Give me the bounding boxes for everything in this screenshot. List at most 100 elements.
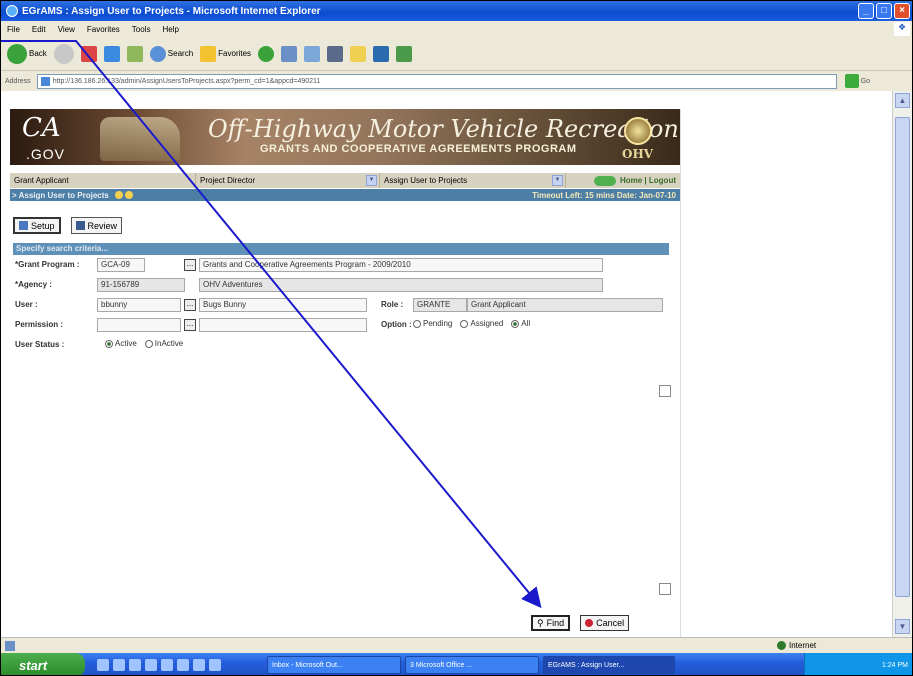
lookup-button[interactable]: ... (184, 259, 196, 271)
word-quicklaunch-icon[interactable] (129, 659, 141, 671)
search-form: *Grant Program : GCA-09 ... Grants and C… (13, 256, 669, 356)
ohv-seal-icon (624, 117, 652, 145)
mail-icon[interactable] (281, 45, 298, 62)
ie-icon (6, 5, 18, 17)
help-icon[interactable] (124, 191, 133, 199)
taskbar: start Inbox - Microsoft Out... 3 Microso… (1, 653, 912, 675)
task-outlook[interactable]: Inbox - Microsoft Out... (267, 656, 401, 674)
status-active-label: Active (115, 339, 137, 348)
home-logout-link[interactable]: Home | Logout (620, 176, 676, 185)
menu-tools[interactable]: Tools (132, 25, 151, 34)
tab-review[interactable]: Review (70, 217, 123, 234)
minimize-button[interactable]: _ (858, 3, 874, 19)
close-button[interactable]: × (894, 3, 910, 19)
menu-select[interactable]: Project Director ▼ (196, 173, 380, 188)
zone-label: Internet (789, 641, 817, 650)
grant-program-code[interactable]: GCA-09 (97, 258, 145, 272)
logo-gov: .GOV (26, 146, 66, 162)
maximize-button[interactable]: □ (876, 3, 892, 19)
go-arrow-icon (844, 74, 859, 88)
select-checkbox[interactable] (659, 583, 671, 595)
option-pending-label: Pending (423, 319, 453, 328)
user-id-field[interactable]: bbunny (97, 298, 181, 312)
menu-edit[interactable]: Edit (32, 25, 46, 34)
scroll-down-icon[interactable]: ▼ (895, 619, 910, 634)
logo-ca: CA (22, 113, 61, 143)
desktop-quicklaunch-icon[interactable] (177, 659, 189, 671)
binoculars-icon: ⚲ (537, 617, 544, 628)
task-egrams[interactable]: EGrAMS : Assign User... (543, 656, 675, 674)
tab-setup[interactable]: Setup (13, 217, 61, 234)
select-checkbox[interactable] (659, 385, 671, 397)
folder-icon[interactable] (350, 45, 367, 62)
nav-bar: Grant Applicant Project Director ▼ Assig… (10, 173, 680, 188)
role-select[interactable]: Grant Applicant (10, 173, 196, 188)
browser-window: EGrAMS : Assign User to Projects - Micro… (0, 0, 913, 676)
search-button[interactable]: Search (149, 45, 194, 62)
page-select-value: Assign User to Projects (384, 176, 468, 185)
back-button[interactable]: Back (7, 43, 47, 64)
info-icon[interactable] (114, 191, 123, 199)
user-name-field: Bugs Bunny (199, 298, 367, 312)
refresh-icon[interactable] (103, 45, 120, 62)
status-inactive-label: InActive (154, 339, 184, 348)
powerpoint-quicklaunch-icon[interactable] (161, 659, 173, 671)
media-quicklaunch-icon[interactable] (193, 659, 205, 671)
page-select[interactable]: Assign User to Projects ▼ (380, 173, 566, 188)
forward-button[interactable] (53, 43, 74, 64)
banner-subtitle: GRANTS AND COOPERATIVE AGREEMENTS PROGRA… (260, 143, 577, 155)
find-button[interactable]: ⚲ Find (531, 615, 571, 631)
excel-quicklaunch-icon[interactable] (145, 659, 157, 671)
permission-label: Permission : (15, 320, 64, 329)
review-icon (75, 221, 85, 230)
permission-field[interactable] (97, 318, 181, 332)
print-icon[interactable] (304, 45, 321, 62)
page-title: > Assign User to Projects (12, 190, 109, 200)
menu-file[interactable]: File (7, 25, 20, 34)
menu-view[interactable]: View (58, 25, 75, 34)
window-title: EGrAMS : Assign User to Projects - Micro… (22, 5, 321, 17)
scroll-thumb[interactable] (895, 117, 910, 597)
option-pending[interactable]: Pending (413, 319, 452, 328)
discuss-icon[interactable] (373, 45, 390, 62)
scroll-up-icon[interactable]: ▲ (895, 93, 910, 108)
title-bar: EGrAMS : Assign User to Projects - Micro… (1, 1, 912, 21)
chevron-down-icon: ▼ (552, 175, 563, 186)
option-assigned-label: Assigned (470, 319, 504, 328)
role-name: Grant Applicant (467, 298, 663, 312)
page-subheader: > Assign User to Projects Timeout Left: … (10, 189, 680, 201)
start-button[interactable]: start (1, 653, 85, 675)
status-active[interactable]: Active (105, 339, 137, 348)
status-inactive[interactable]: InActive (144, 339, 184, 348)
role-label: Role : (381, 300, 404, 309)
ie-quicklaunch-icon[interactable] (97, 659, 109, 671)
user-label: User : (15, 300, 38, 309)
option-assigned[interactable]: Assigned (460, 319, 503, 328)
vertical-scrollbar[interactable]: ▲ ▼ (892, 91, 912, 637)
cancel-button[interactable]: Cancel (580, 615, 630, 631)
permission-lookup-button[interactable]: ... (184, 319, 196, 331)
explorer-quicklaunch-icon[interactable] (209, 659, 221, 671)
favorites-button[interactable]: Favorites (200, 45, 251, 62)
search-label: Search (167, 49, 194, 58)
security-zone: Internet (777, 641, 816, 650)
edit-icon[interactable] (327, 45, 344, 62)
option-all[interactable]: All (511, 319, 530, 328)
windows-logo-icon: ❖ (894, 22, 910, 36)
go-button[interactable]: Go (844, 74, 870, 88)
grant-program-label: *Grant Program : (15, 260, 80, 269)
home-icon[interactable] (126, 45, 143, 62)
search-criteria-header: Specify search criteria... (13, 243, 669, 255)
stop-icon[interactable] (80, 45, 97, 62)
frame-divider (680, 109, 681, 637)
menu-help[interactable]: Help (162, 25, 178, 34)
task-egrams-label: EGrAMS : Assign User... (548, 661, 625, 669)
address-input[interactable]: http://136.186.26.133/admin/AssignUsersT… (36, 73, 837, 89)
task-office[interactable]: 3 Microsoft Office ... (405, 656, 539, 674)
user-lookup-button[interactable]: ... (184, 299, 196, 311)
history-icon[interactable] (258, 45, 275, 62)
role-code: GRANTE (413, 298, 467, 312)
menu-favorites[interactable]: Favorites (87, 25, 120, 34)
messenger-icon[interactable] (396, 45, 413, 62)
outlook-quicklaunch-icon[interactable] (113, 659, 125, 671)
